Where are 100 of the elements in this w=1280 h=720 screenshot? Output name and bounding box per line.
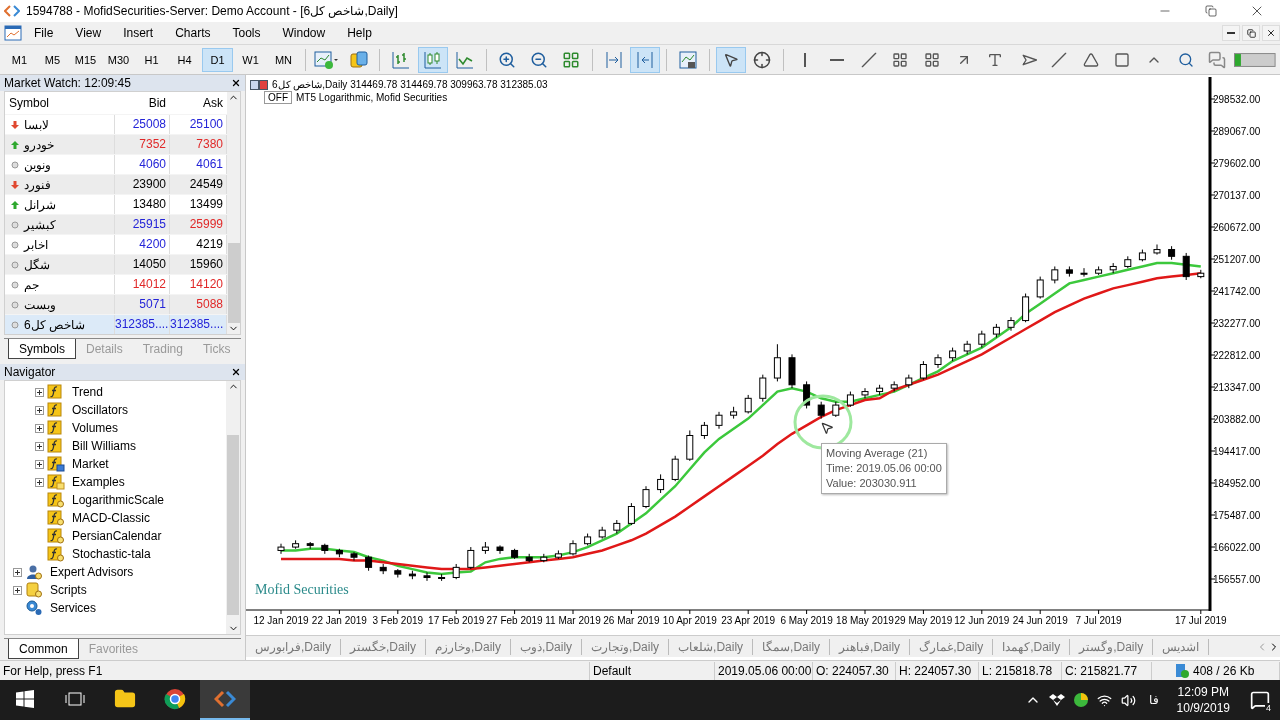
symbol-name: لابسا [24,117,49,132]
timeframe-button[interactable]: H4 [169,47,200,72]
chart-tab[interactable]: فباهنر,Daily [830,638,911,655]
menu-item[interactable]: Window [270,24,336,42]
candlestick [919,360,927,381]
close-price: C: 215821.77 [1062,661,1152,680]
axis-label: 194417.00 [1213,446,1261,457]
tree-item[interactable]: Expert Advisors [50,565,134,579]
chart-tab[interactable]: شلعاب,Daily [669,638,754,655]
candlestick [627,502,635,526]
tree-item[interactable]: MACD-Classic [72,511,150,525]
chart-tab[interactable]: وخارزم,Daily [426,638,512,655]
tree-item[interactable]: Market [72,457,109,471]
timeframe-button[interactable]: MN [268,47,299,72]
axis-label: 184952.00 [1213,478,1261,489]
notification-count: 4 [1265,703,1272,713]
chart-tab[interactable]: خگستر,Daily [341,638,427,655]
timeframe-button[interactable]: M15 [70,47,101,72]
panel-tab[interactable]: Symbols [8,339,76,359]
candlestick [277,543,285,555]
candlestick [759,374,767,403]
tree-item[interactable]: Stochastic-tala [72,547,151,561]
timeframe-button[interactable]: M30 [103,47,134,72]
candlestick [773,343,781,382]
tree-item[interactable]: Scripts [50,583,87,597]
tree-item[interactable]: LogarithmicScale [72,493,165,507]
axis-label: 222812.00 [1213,350,1261,361]
chart-header: شاخص کل6,Daily 314469.78 314469.78 309963.78 312385.03 [272,79,548,90]
symbol-name: ونوین [24,157,51,172]
candlestick [861,387,869,399]
axis-label: 11 Mar 2019 [545,615,601,626]
tree-item[interactable]: Services [50,601,96,615]
bid-price: 312385.... [115,315,170,334]
timeframe-button[interactable]: W1 [235,47,266,72]
off-badge: OFF [264,91,292,104]
symbol-name: خودرو [24,137,54,152]
chart-tab[interactable]: وگستر,Daily [1070,638,1154,655]
symbol-name: شگل [24,257,50,272]
menu-item[interactable]: File [22,24,64,42]
chart-tab[interactable]: سمگا,Daily [753,638,831,655]
tooltip-value: Value: 203030.911 [826,476,918,491]
status-text: For Help, press F1 [0,661,590,680]
axis-label: 241742.00 [1213,286,1261,297]
menu-item[interactable]: Charts [163,24,221,42]
high-price: H: 224057.30 [896,661,979,680]
column-header: Bid [147,96,167,110]
tree-item[interactable]: Trend [72,385,103,399]
clock[interactable]: 12:09 PM 10/9/2019 [1176,684,1230,716]
chart-tab[interactable]: فرابورس,Daily [246,638,341,655]
symbol-name: وبست [24,297,56,312]
axis-label: 23 Apr 2019 [721,615,776,626]
axis-label: 29 May 2019 [894,615,953,626]
axis-label: 203882.00 [1213,414,1261,425]
candlestick [744,394,752,415]
axis-label: 27 Feb 2019 [486,615,543,626]
axis-label: 18 May 2019 [836,615,894,626]
open-price: O: 224057.30 [813,661,896,680]
candlestick [1080,267,1088,278]
tree-item[interactable]: Bill Williams [72,439,136,453]
axis-label: 270137.00 [1213,190,1261,201]
candlestick [1022,293,1030,323]
chart-tab[interactable]: ذوب,Daily [511,638,583,655]
menu-item[interactable]: Help [335,24,382,42]
timeframe-button[interactable]: M1 [4,47,35,72]
window-title: 1594788 - MofidSecurities-Server: Demo Account - [شاخص کل6,Daily] [26,4,399,18]
chart-tab[interactable]: وتجارت,Daily [582,638,670,655]
traffic-text: 408 / 26 Kb [1190,661,1280,680]
axis-label: 17 Feb 2019 [428,615,485,626]
symbol-name: فنورد [24,177,51,192]
panel-tab[interactable]: Common [8,639,79,659]
axis-label: 10 Apr 2019 [662,615,717,626]
tree-item[interactable]: Volumes [72,421,119,435]
clock-date: 10/9/2019 [1176,700,1230,716]
menu-item[interactable]: Insert [111,24,164,42]
chart-tab[interactable]: غمارگ,Daily [910,638,994,655]
chart-tab[interactable]: اشدیس [1153,638,1210,655]
symbol-name: کبشیر [24,217,56,232]
notifications-button[interactable]: 4 [1240,680,1280,720]
tree-item[interactable]: Examples [72,475,125,489]
axis-label: 22 Jan 2019 [311,615,367,626]
axis-label: 279602.00 [1213,158,1261,169]
candlestick [1153,243,1161,256]
menu-item[interactable]: View [63,24,112,42]
axis-label: 24 Jun 2019 [1012,615,1068,626]
symbol-name: اخابر [24,237,48,252]
panel-title: Navigator [4,365,56,379]
language-indicator[interactable]: فا [1148,693,1159,707]
timeframe-button[interactable]: M5 [37,47,68,72]
timeframe-button[interactable]: D1 [202,47,233,72]
axis-label: 289067.00 [1213,126,1261,137]
axis-label: 298532.00 [1213,94,1261,105]
timeframe-button[interactable]: H1 [136,47,167,72]
menu-item[interactable]: Tools [220,24,271,42]
tree-item[interactable]: PersianCalendar [72,529,162,543]
tree-item[interactable]: Oscillators [72,403,128,417]
axis-label: 3 Feb 2019 [372,615,424,626]
chart-tab[interactable]: کهمدا,Daily [993,638,1071,655]
axis-label: 6 May 2019 [780,615,833,626]
column-header: Symbol [8,96,50,110]
axis-label: 175487.00 [1213,510,1261,521]
